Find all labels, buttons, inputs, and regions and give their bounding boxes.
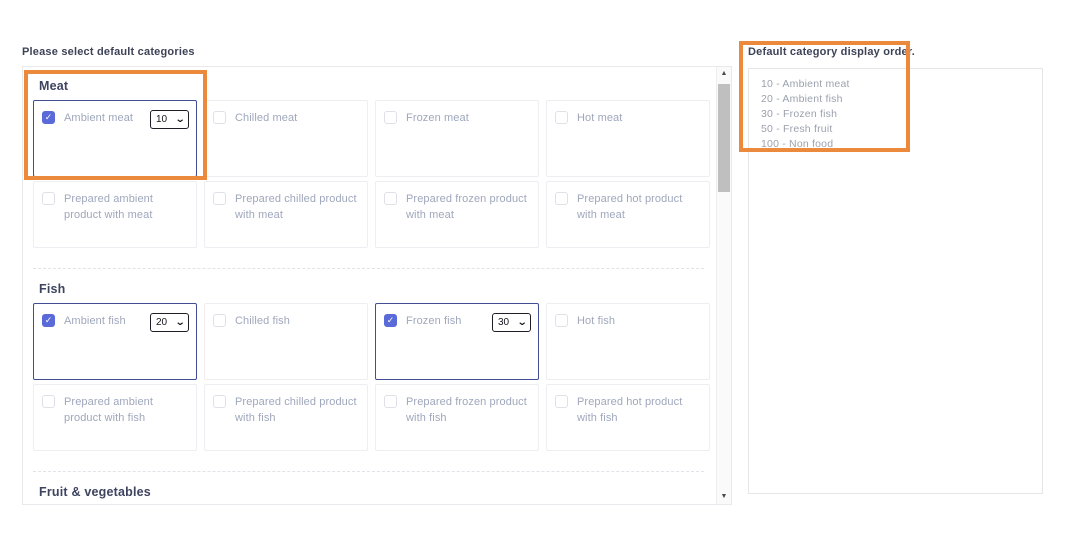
category-label: Prepared frozen product with meat [406,191,531,224]
category-label: Chilled meat [235,110,297,127]
order-select-ambient-fish[interactable]: 20 ⌄ [150,313,189,332]
section-title-fruit-vegetables: Fruit & vegetables [39,485,710,499]
category-label: Ambient meat [64,110,133,127]
category-scroll-content: Meat ✓ Ambient meat 10 ⌄ ✓ Chilled meat ✓… [23,67,716,504]
scrollbar-thumb[interactable] [718,84,730,192]
category-label: Prepared frozen product with fish [406,394,531,427]
category-card-prepared-chilled-fish: ✓ Prepared chilled product with fish [204,384,368,451]
checkbox-prepared-chilled-fish[interactable]: ✓ [213,395,226,408]
checkbox-prepared-hot-meat[interactable]: ✓ [555,192,568,205]
checkbox-prepared-frozen-meat[interactable]: ✓ [384,192,397,205]
left-panel-title: Please select default categories [22,46,195,58]
category-label: Chilled fish [235,313,290,330]
checkbox-ambient-fish[interactable]: ✓ [42,314,55,327]
check-icon: ✓ [45,316,53,325]
section-divider [33,471,704,472]
category-label: Prepared chilled product with meat [235,191,360,224]
checkbox-prepared-ambient-fish[interactable]: ✓ [42,395,55,408]
checkbox-frozen-fish[interactable]: ✓ [384,314,397,327]
category-card-prepared-ambient-meat: ✓ Prepared ambient product with meat [33,181,197,248]
checkbox-ambient-meat[interactable]: ✓ [42,111,55,124]
order-select-ambient-meat[interactable]: 10 ⌄ [150,110,189,129]
section-title-meat: Meat [39,79,710,93]
checkbox-prepared-frozen-fish[interactable]: ✓ [384,395,397,408]
right-panel-title: Default category display order. [748,46,915,58]
order-list-item: 30 - Frozen fish [761,107,1030,122]
category-label: Frozen fish [406,313,462,330]
checkbox-frozen-meat[interactable]: ✓ [384,111,397,124]
category-card-chilled-meat: ✓ Chilled meat [204,100,368,177]
scroll-up-arrow-icon[interactable]: ▲ [717,67,731,81]
category-label: Hot fish [577,313,615,330]
chevron-down-icon: ⌄ [174,318,185,328]
vertical-scrollbar[interactable]: ▲ ▼ [716,67,731,504]
order-value: 20 [156,317,167,328]
check-icon: ✓ [45,113,53,122]
category-card-ambient-fish: ✓ Ambient fish 20 ⌄ [33,303,197,380]
checkbox-chilled-fish[interactable]: ✓ [213,314,226,327]
category-card-hot-meat: ✓ Hot meat [546,100,710,177]
category-selection-panel: Meat ✓ Ambient meat 10 ⌄ ✓ Chilled meat ✓… [22,66,732,505]
fish-cards-grid: ✓ Ambient fish 20 ⌄ ✓ Chilled fish ✓ Froz… [33,303,710,451]
section-divider [33,268,704,269]
checkbox-hot-meat[interactable]: ✓ [555,111,568,124]
checkbox-hot-fish[interactable]: ✓ [555,314,568,327]
category-card-frozen-meat: ✓ Frozen meat [375,100,539,177]
category-label: Prepared hot product with fish [577,394,702,427]
order-list: 10 - Ambient meat 20 - Ambient fish 30 -… [749,69,1042,160]
order-list-item: 20 - Ambient fish [761,92,1030,107]
checkbox-prepared-chilled-meat[interactable]: ✓ [213,192,226,205]
checkbox-prepared-hot-fish[interactable]: ✓ [555,395,568,408]
category-label: Prepared hot product with meat [577,191,702,224]
category-card-prepared-frozen-meat: ✓ Prepared frozen product with meat [375,181,539,248]
category-label: Frozen meat [406,110,469,127]
order-value: 30 [498,317,509,328]
chevron-down-icon: ⌄ [174,115,185,125]
category-card-prepared-frozen-fish: ✓ Prepared frozen product with fish [375,384,539,451]
category-card-hot-fish: ✓ Hot fish [546,303,710,380]
checkbox-chilled-meat[interactable]: ✓ [213,111,226,124]
category-card-ambient-meat: ✓ Ambient meat 10 ⌄ [33,100,197,177]
section-title-fish: Fish [39,282,710,296]
meat-cards-grid: ✓ Ambient meat 10 ⌄ ✓ Chilled meat ✓ Froz… [33,100,710,248]
category-card-prepared-ambient-fish: ✓ Prepared ambient product with fish [33,384,197,451]
check-icon: ✓ [387,316,395,325]
checkbox-prepared-ambient-meat[interactable]: ✓ [42,192,55,205]
category-card-chilled-fish: ✓ Chilled fish [204,303,368,380]
category-label: Hot meat [577,110,622,127]
category-label: Prepared chilled product with fish [235,394,360,427]
category-label: Ambient fish [64,313,126,330]
category-card-frozen-fish: ✓ Frozen fish 30 ⌄ [375,303,539,380]
category-card-prepared-hot-meat: ✓ Prepared hot product with meat [546,181,710,248]
order-value: 10 [156,114,167,125]
order-list-item: 10 - Ambient meat [761,77,1030,92]
order-list-item: 100 - Non food [761,137,1030,152]
order-select-frozen-fish[interactable]: 30 ⌄ [492,313,531,332]
category-card-prepared-chilled-meat: ✓ Prepared chilled product with meat [204,181,368,248]
display-order-panel: 10 - Ambient meat 20 - Ambient fish 30 -… [748,68,1043,494]
category-label: Prepared ambient product with fish [64,394,189,427]
order-list-item: 50 - Fresh fruit [761,122,1030,137]
scroll-down-arrow-icon[interactable]: ▼ [717,490,731,504]
category-label: Prepared ambient product with meat [64,191,189,224]
chevron-down-icon: ⌄ [516,318,527,328]
category-card-prepared-hot-fish: ✓ Prepared hot product with fish [546,384,710,451]
